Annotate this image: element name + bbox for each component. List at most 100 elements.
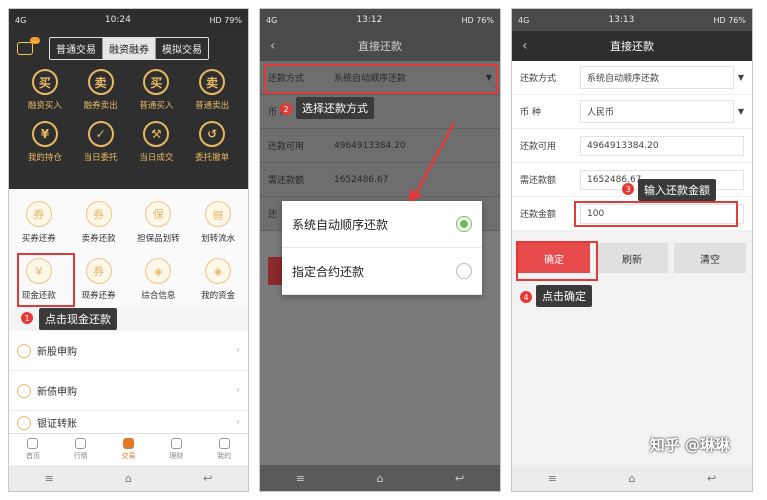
step-badge: 2 [280,103,292,115]
grid-label: 融资买入 [27,101,62,111]
grid-label: 融券卖出 [83,101,118,111]
status-time: 10:24 [104,15,131,25]
step-badge: 3 [622,183,634,195]
nav-mine[interactable]: 我的 [200,434,248,465]
back-arrow-icon[interactable]: ‹ [522,38,528,54]
back-arrow-icon[interactable]: ‹ [270,38,276,54]
back-icon[interactable]: ↩ [455,472,464,485]
grid-label: 卖券还款 [81,234,116,244]
list-item-bank-transfer[interactable]: 银证转账 › [9,411,248,435]
field-label: 需还款额 [520,176,557,186]
nav-wealth[interactable]: 理财 [152,434,200,465]
buy-icon: 买 [31,69,58,95]
network-indicator: 4G [266,15,278,25]
grid-item-buy-to-repay[interactable]: 券买券还券 [9,201,69,244]
grid-item-transfer-log[interactable]: ▤ 划转流水 [188,201,248,244]
status-bar: 4G 13:12 HD 76% [260,9,500,31]
confirm-button-partial [268,257,282,285]
option-auto-repay[interactable]: 系统自动顺序还款 [282,201,482,248]
option-label: 系统自动顺序还款 [292,217,389,232]
repay-method-select[interactable]: 系统自动顺序还款 [580,66,734,89]
highlight-repay-method [264,64,498,94]
grid-item-summary-info[interactable]: ◈ 综合信息 [129,258,189,301]
field-label: 需还款额 [268,176,305,186]
grid-item-collateral-transfer[interactable]: 保担保品划转 [129,201,189,244]
callout-click-confirm: 点击确定 [536,285,592,307]
nav-label: 理财 [169,452,184,460]
option-contract-repay[interactable]: 指定合约还款 [282,248,482,295]
grid-item-stock-repay[interactable]: 券现券还券 [69,258,129,301]
grid-label: 当日成交 [139,153,174,163]
option-label: 指定合约还款 [292,264,365,279]
tab-margin-trade[interactable]: 融资融券 [103,37,156,59]
checklist-icon: ✓ [87,121,114,147]
clear-button[interactable]: 清空 [674,243,746,273]
currency-row[interactable]: 币 种 人民币 ▼ [512,95,752,129]
grid-label: 普通卖出 [195,101,230,111]
page-header: ‹ 直接还款 [260,31,500,61]
phone-screen-repay-method: 4G 13:12 HD 76% ‹ 直接还款 还款方式 系统自动顺序还款 ▼ 币 种… [259,8,501,492]
back-icon[interactable]: ↩ [203,472,212,485]
list-item-ipo-subscribe[interactable]: 新股申购 › [9,331,248,371]
menu-icon[interactable]: ≡ [296,472,305,485]
home-button-icon[interactable]: ⌂ [125,472,132,485]
chart-icon [75,438,87,449]
nav-label: 交易 [121,452,136,460]
grid-item-short-sell[interactable]: 卖融券卖出 [73,69,129,111]
grid-item-today-orders[interactable]: ✓ 当日委托 [73,121,129,163]
system-nav-bar: ≡ ⌂ ↩ [512,465,752,491]
currency-select[interactable]: 人民币 [580,100,734,123]
cube-icon: ◈ [145,258,172,284]
nav-trade[interactable]: 交易 [105,434,153,465]
status-time: 13:13 [608,15,635,25]
battery-indicator: HD 76% [713,15,746,25]
grid-label: 委托撤单 [195,153,230,163]
page-title: 直接还款 [610,40,654,53]
grid-item-normal-sell[interactable]: 卖普通卖出 [184,69,240,111]
menu-icon[interactable]: ≡ [548,472,557,485]
grid-item-positions[interactable]: ¥ 我的持仓 [17,121,73,163]
source-watermark: 知乎 @琳琳 [649,436,730,454]
grid-item-cancel-order[interactable]: ↺ 委托撤单 [184,121,240,163]
sell-icon: 卖 [87,69,114,95]
dropdown-arrow-icon: ▼ [737,107,744,116]
back-icon[interactable]: ↩ [707,472,716,485]
home-button-icon[interactable]: ⌂ [376,472,383,485]
nav-market[interactable]: 行情 [57,434,105,465]
network-indicator: 4G [15,15,27,25]
grid-label: 现券还券 [81,291,116,301]
grid-label: 我的持仓 [27,153,62,163]
highlight-cash-repay [17,253,75,307]
repay-method-row[interactable]: 还款方式 系统自动顺序还款 ▼ [512,61,752,95]
battery-indicator: HD 79% [209,15,242,25]
dropdown-arrow-icon: ▼ [737,73,744,82]
available-row: 还款可用 4964913384.20 [512,129,752,163]
tab-normal-trade[interactable]: 普通交易 [50,37,103,59]
nav-home[interactable]: 首页 [9,434,57,465]
grid-item-today-deals[interactable]: ⚒ 当日成交 [129,121,185,163]
refresh-button[interactable]: 刷新 [596,243,668,273]
grid-item-margin-buy[interactable]: 买融资买入 [17,69,73,111]
nav-label: 行情 [73,452,88,460]
grid-item-sell-to-repay[interactable]: 券卖券还款 [69,201,129,244]
radio-selected-icon[interactable] [456,216,472,232]
callout-enter-amount: 输入还款金额 [638,179,716,201]
grid-item-my-funds[interactable]: ◈ 我的资金 [188,258,248,301]
system-nav-bar: ≡ ⌂ ↩ [9,465,248,491]
bond-icon [17,383,31,398]
grid-item-normal-buy[interactable]: 买普通买入 [129,69,185,111]
radio-unselected-icon[interactable] [456,263,472,279]
transfer-icon [17,415,31,430]
network-indicator: 4G [518,15,530,25]
message-badge: … [30,36,40,44]
trade-tabs: … 普通交易 融资融券 模拟交易 [17,36,240,60]
message-icon[interactable]: … [17,36,40,55]
home-button-icon[interactable]: ⌂ [628,472,635,485]
tab-simulated-trade[interactable]: 模拟交易 [156,38,208,59]
ledger-icon: ▤ [205,201,232,227]
chevron-right-icon: › [236,345,240,356]
list-item-bond-subscribe[interactable]: 新债申购 › [9,371,248,411]
menu-icon[interactable]: ≡ [45,472,54,485]
callout-click-cash-repay: 点击现金还款 [39,308,117,330]
step-badge: 1 [21,312,33,324]
